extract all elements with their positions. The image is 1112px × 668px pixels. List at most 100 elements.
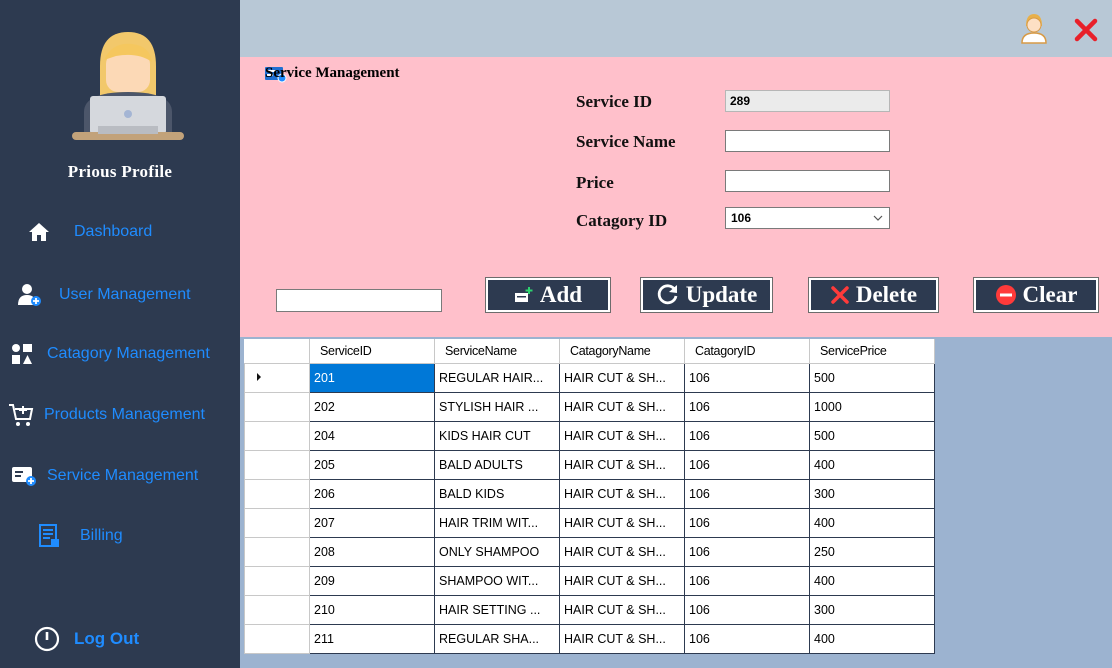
table-cell[interactable]: HAIR CUT & SH... bbox=[559, 421, 685, 451]
delete-x-icon bbox=[831, 286, 849, 304]
table-cell[interactable]: HAIR CUT & SH... bbox=[559, 595, 685, 625]
table-cell[interactable]: 202 bbox=[309, 392, 435, 422]
table-cell[interactable]: 201 bbox=[309, 363, 435, 393]
row-header[interactable] bbox=[244, 392, 310, 422]
table-row[interactable]: 210 HAIR SETTING ... HAIR CUT & SH... 10… bbox=[244, 595, 935, 625]
service-name-field[interactable] bbox=[725, 130, 890, 152]
column-header[interactable]: ServiceName bbox=[434, 339, 560, 364]
table-cell[interactable]: HAIR CUT & SH... bbox=[559, 392, 685, 422]
table-cell[interactable]: 207 bbox=[309, 508, 435, 538]
table-cell[interactable]: 106 bbox=[684, 508, 810, 538]
table-cell[interactable]: STYLISH HAIR ... bbox=[434, 392, 560, 422]
table-row[interactable]: 205 BALD ADULTS HAIR CUT & SH... 106 400 bbox=[244, 450, 935, 480]
table-cell[interactable]: 210 bbox=[309, 595, 435, 625]
table-cell[interactable]: HAIR CUT & SH... bbox=[559, 450, 685, 480]
row-header[interactable] bbox=[244, 421, 310, 451]
column-header[interactable]: CatagoryName bbox=[559, 339, 685, 364]
top-bar bbox=[240, 0, 1112, 57]
table-cell[interactable]: 106 bbox=[684, 450, 810, 480]
table-cell[interactable]: REGULAR HAIR... bbox=[434, 363, 560, 393]
table-cell[interactable]: 106 bbox=[684, 363, 810, 393]
table-cell[interactable]: 106 bbox=[684, 479, 810, 509]
table-cell[interactable]: 208 bbox=[309, 537, 435, 567]
table-cell[interactable]: 106 bbox=[684, 566, 810, 596]
row-header[interactable] bbox=[244, 508, 310, 538]
row-header[interactable] bbox=[244, 450, 310, 480]
service-id-field[interactable]: 289 bbox=[725, 90, 890, 112]
table-cell[interactable]: HAIR CUT & SH... bbox=[559, 508, 685, 538]
table-cell[interactable]: 400 bbox=[809, 624, 935, 654]
table-cell[interactable]: 205 bbox=[309, 450, 435, 480]
table-cell[interactable]: HAIR CUT & SH... bbox=[559, 363, 685, 393]
row-header[interactable] bbox=[244, 479, 310, 509]
table-cell[interactable]: ONLY SHAMPOO bbox=[434, 537, 560, 567]
table-cell[interactable]: HAIR CUT & SH... bbox=[559, 624, 685, 654]
table-cell[interactable]: 300 bbox=[809, 479, 935, 509]
row-header[interactable] bbox=[244, 624, 310, 654]
table-row[interactable]: 207 HAIR TRIM WIT... HAIR CUT & SH... 10… bbox=[244, 508, 935, 538]
table-row[interactable]: 206 BALD KIDS HAIR CUT & SH... 106 300 bbox=[244, 479, 935, 509]
profile-name: Prious Profile bbox=[67, 162, 173, 181]
sidebar-item-products-management[interactable]: Products Management bbox=[8, 403, 205, 427]
column-header[interactable]: ServiceID bbox=[309, 339, 435, 364]
row-header[interactable] bbox=[244, 537, 310, 567]
table-cell[interactable]: 400 bbox=[809, 508, 935, 538]
table-cell[interactable]: 400 bbox=[809, 450, 935, 480]
cart-add-icon bbox=[9, 404, 34, 426]
category-id-value: 106 bbox=[731, 211, 752, 225]
current-row-arrow-icon bbox=[257, 373, 261, 381]
column-header[interactable]: ServicePrice bbox=[809, 339, 935, 364]
table-cell[interactable]: REGULAR SHA... bbox=[434, 624, 560, 654]
table-cell[interactable]: BALD KIDS bbox=[434, 479, 560, 509]
table-cell[interactable]: 106 bbox=[684, 595, 810, 625]
table-cell[interactable]: 106 bbox=[684, 624, 810, 654]
table-cell[interactable]: HAIR TRIM WIT... bbox=[434, 508, 560, 538]
search-input[interactable] bbox=[276, 289, 442, 312]
table-cell[interactable]: 500 bbox=[809, 363, 935, 393]
table-row[interactable]: 201 REGULAR HAIR... HAIR CUT & SH... 106… bbox=[244, 363, 935, 393]
column-header[interactable]: CatagoryID bbox=[684, 339, 810, 364]
add-button[interactable]: Add bbox=[485, 277, 611, 313]
delete-button[interactable]: Delete bbox=[808, 277, 939, 313]
sidebar-item-dashboard[interactable]: Dashboard bbox=[28, 222, 152, 242]
table-cell[interactable]: HAIR SETTING ... bbox=[434, 595, 560, 625]
table-cell[interactable]: 250 bbox=[809, 537, 935, 567]
sidebar-item-user-management[interactable]: User Management bbox=[18, 283, 191, 307]
sidebar-item-billing[interactable]: Billing bbox=[38, 524, 123, 548]
table-cell[interactable]: HAIR CUT & SH... bbox=[559, 566, 685, 596]
table-row[interactable]: 204 KIDS HAIR CUT HAIR CUT & SH... 106 5… bbox=[244, 421, 935, 451]
table-cell[interactable]: SHAMPOO WIT... bbox=[434, 566, 560, 596]
update-button-label: Update bbox=[685, 282, 758, 307]
logout-button[interactable]: Log Out bbox=[34, 626, 139, 652]
table-row[interactable]: 211 REGULAR SHA... HAIR CUT & SH... 106 … bbox=[244, 624, 935, 654]
row-header[interactable] bbox=[244, 595, 310, 625]
table-cell[interactable]: HAIR CUT & SH... bbox=[559, 537, 685, 567]
table-cell[interactable]: HAIR CUT & SH... bbox=[559, 479, 685, 509]
table-cell[interactable]: 206 bbox=[309, 479, 435, 509]
clear-button[interactable]: Clear bbox=[973, 277, 1099, 313]
row-header[interactable] bbox=[244, 566, 310, 596]
table-cell[interactable]: 106 bbox=[684, 392, 810, 422]
table-cell[interactable]: 300 bbox=[809, 595, 935, 625]
update-button[interactable]: Update bbox=[640, 277, 773, 313]
table-cell[interactable]: 106 bbox=[684, 421, 810, 451]
row-header[interactable] bbox=[244, 363, 310, 393]
table-cell[interactable]: 400 bbox=[809, 566, 935, 596]
user-avatar-icon[interactable] bbox=[1019, 12, 1049, 44]
category-id-select[interactable]: 106 bbox=[725, 207, 890, 229]
table-row[interactable]: 209 SHAMPOO WIT... HAIR CUT & SH... 106 … bbox=[244, 566, 935, 596]
table-cell[interactable]: 106 bbox=[684, 537, 810, 567]
close-icon[interactable] bbox=[1074, 18, 1098, 42]
table-cell[interactable]: BALD ADULTS bbox=[434, 450, 560, 480]
table-cell[interactable]: KIDS HAIR CUT bbox=[434, 421, 560, 451]
sidebar-item-catagory-management[interactable]: Catagory Management bbox=[11, 343, 210, 365]
table-cell[interactable]: 209 bbox=[309, 566, 435, 596]
price-field[interactable] bbox=[725, 170, 890, 192]
table-row[interactable]: 202 STYLISH HAIR ... HAIR CUT & SH... 10… bbox=[244, 392, 935, 422]
sidebar-item-service-management[interactable]: Service Management bbox=[11, 465, 198, 487]
table-cell[interactable]: 204 bbox=[309, 421, 435, 451]
table-row[interactable]: 208 ONLY SHAMPOO HAIR CUT & SH... 106 25… bbox=[244, 537, 935, 567]
table-cell[interactable]: 211 bbox=[309, 624, 435, 654]
table-cell[interactable]: 500 bbox=[809, 421, 935, 451]
table-cell[interactable]: 1000 bbox=[809, 392, 935, 422]
